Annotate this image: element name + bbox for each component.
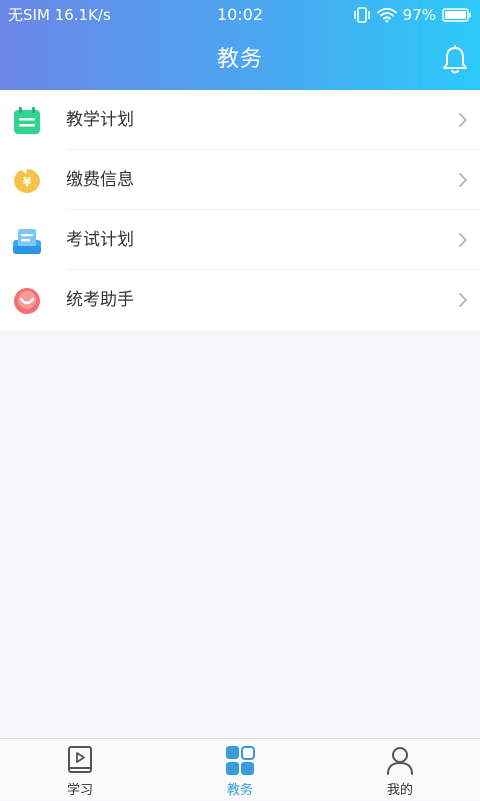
bell-icon[interactable] [442, 45, 468, 75]
status-bar: 无SIM 16.1K/s 10:02 97% [0, 0, 480, 30]
menu-item-label: 统考助手 [66, 290, 134, 310]
menu-list: 教学计划 ¥ 缴费信息 考试计划 统考助手 [0, 90, 480, 330]
title-bar: 教务 [0, 30, 480, 90]
chevron-right-icon [459, 233, 467, 247]
bottom-tab-bar: 学习 教务 我的 [0, 738, 480, 800]
menu-item-label: 缴费信息 [66, 170, 134, 190]
menu-item-label: 考试计划 [66, 230, 134, 250]
page-title: 教务 [216, 47, 263, 72]
menu-item-payment-info[interactable]: ¥ 缴费信息 [0, 150, 480, 210]
exam-paper-icon [13, 229, 41, 254]
menu-item-exam-assistant[interactable]: 统考助手 [0, 270, 480, 330]
battery-percent: 97% [402, 6, 436, 24]
tab-label: 学习 [66, 783, 93, 798]
tab-label: 我的 [386, 783, 413, 798]
svg-text:¥: ¥ [23, 175, 32, 189]
chevron-right-icon [459, 173, 467, 187]
tab-label: 教务 [226, 783, 253, 798]
chevron-right-icon [459, 113, 467, 127]
grid-apps-icon [226, 746, 255, 775]
menu-item-label: 教学计划 [66, 110, 134, 130]
tab-mine[interactable]: 我的 [360, 739, 440, 801]
person-icon [387, 747, 413, 775]
video-book-icon [68, 746, 92, 773]
tab-academic[interactable]: 教务 [200, 739, 280, 801]
calendar-icon [14, 107, 40, 134]
chevron-right-icon [459, 293, 467, 307]
menu-item-exam-plan[interactable]: 考试计划 [0, 210, 480, 270]
vibrate-icon [353, 7, 370, 23]
wifi-icon [376, 7, 397, 23]
battery-icon [442, 8, 471, 22]
tab-study[interactable]: 学习 [40, 739, 120, 801]
yen-coin-icon: ¥ [14, 169, 40, 193]
status-right: 97% [353, 0, 472, 30]
header: 无SIM 16.1K/s 10:02 97% 教务 [0, 0, 480, 90]
menu-item-teaching-plan[interactable]: 教学计划 [0, 90, 480, 150]
smile-icon [14, 288, 40, 314]
